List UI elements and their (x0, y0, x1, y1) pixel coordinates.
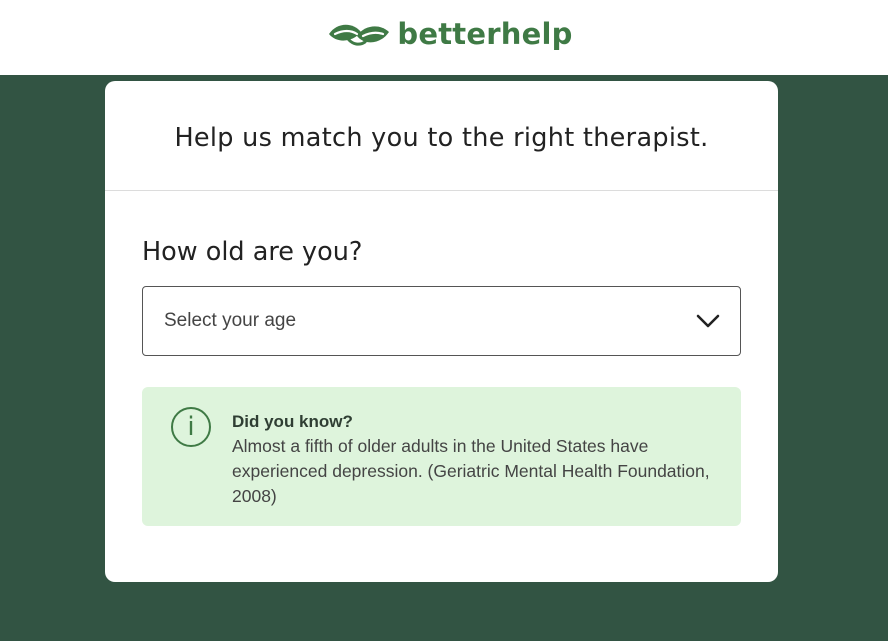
question-label: How old are you? (142, 237, 363, 267)
age-select[interactable]: Select your age (142, 286, 741, 356)
age-select-placeholder: Select your age (164, 310, 297, 331)
info-description: Almost a fifth of older adults in the Un… (232, 436, 710, 506)
did-you-know-box: i Did you know? Almost a fifth of older … (142, 387, 741, 526)
info-text-block: Did you know? Almost a fifth of older ad… (232, 409, 712, 526)
info-icon: i (171, 407, 211, 447)
betterhelp-logo[interactable]: betterhelp (327, 17, 572, 51)
chevron-down-icon (696, 314, 720, 328)
card-body: How old are you? Select your age i Did y… (105, 235, 778, 526)
brand-name: betterhelp (397, 16, 573, 51)
top-bar: betterhelp (0, 0, 888, 75)
card-title: Help us match you to the right therapist… (174, 122, 709, 153)
info-title: Did you know? (232, 412, 353, 431)
leaves-logo-icon (329, 24, 390, 46)
card-header: Help us match you to the right therapist… (105, 81, 778, 191)
match-card: Help us match you to the right therapist… (105, 81, 778, 582)
